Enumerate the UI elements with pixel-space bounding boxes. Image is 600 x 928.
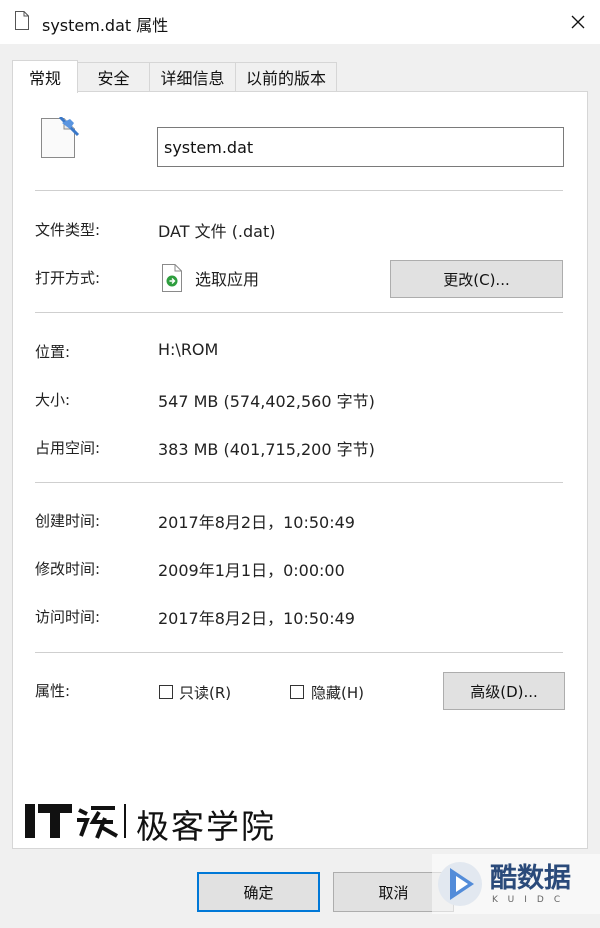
advanced-button[interactable]: 高级(D)... [443,672,565,710]
divider [35,652,563,653]
location-label: 位置: [35,343,71,361]
tab-label: 详细信息 [160,69,225,88]
readonly-checkbox[interactable] [159,685,173,699]
file-name-input[interactable] [157,127,564,167]
tab-label: 以前的版本 [245,69,326,88]
ok-button[interactable]: 确定 [197,872,320,912]
size-on-disk-value: 383 MB (401,715,200 字节) [158,440,375,459]
open-with-label: 打开方式: [35,269,101,287]
created-value: 2017年8月2日，10:50:49 [158,513,355,532]
kuidc-subtext: KUIDC [492,895,571,905]
file-type-value: DAT 文件 (.dat) [158,222,276,241]
divider [35,190,563,191]
modified-value: 2009年1月1日，0:00:00 [158,561,345,580]
hidden-label[interactable]: 隐藏(H) [311,682,364,703]
watermark-divider [124,804,126,838]
size-on-disk-label: 占用空间: [35,439,101,457]
general-panel [12,91,588,849]
ithome-logo-icon [25,804,118,839]
location-value: H:\ROM [158,340,219,359]
tab-security[interactable]: 安全 [77,62,150,91]
tab-label: 安全 [97,69,130,88]
window-title: system.dat 属性 [42,16,169,35]
accessed-label: 访问时间: [35,608,101,626]
tab-label: 常规 [28,69,61,88]
accessed-value: 2017年8月2日，10:50:49 [158,609,355,628]
file-type-label: 文件类型: [35,221,101,239]
watermark-text: 极客学院 [136,807,276,846]
tab-general[interactable]: 常规 [12,60,78,93]
attributes-label: 属性: [35,682,71,700]
change-button[interactable]: 更改(C)... [390,260,563,298]
close-icon [571,15,585,29]
tab-details[interactable]: 详细信息 [149,62,236,91]
modified-label: 修改时间: [35,560,101,578]
size-label: 大小: [35,391,71,409]
file-icon [41,117,80,158]
hidden-checkbox[interactable] [290,685,304,699]
document-icon [15,11,29,30]
tab-previous-versions[interactable]: 以前的版本 [235,62,337,91]
created-label: 创建时间: [35,512,101,530]
size-value: 547 MB (574,402,560 字节) [158,392,375,411]
title-bar: system.dat 属性 [0,0,600,44]
app-picker-icon [162,264,182,292]
readonly-label[interactable]: 只读(R) [179,682,231,703]
kuidc-text: 酷数据 [490,863,571,894]
open-with-value: 选取应用 [195,270,260,289]
close-button[interactable] [556,0,600,44]
divider [35,312,563,313]
divider [35,482,563,483]
